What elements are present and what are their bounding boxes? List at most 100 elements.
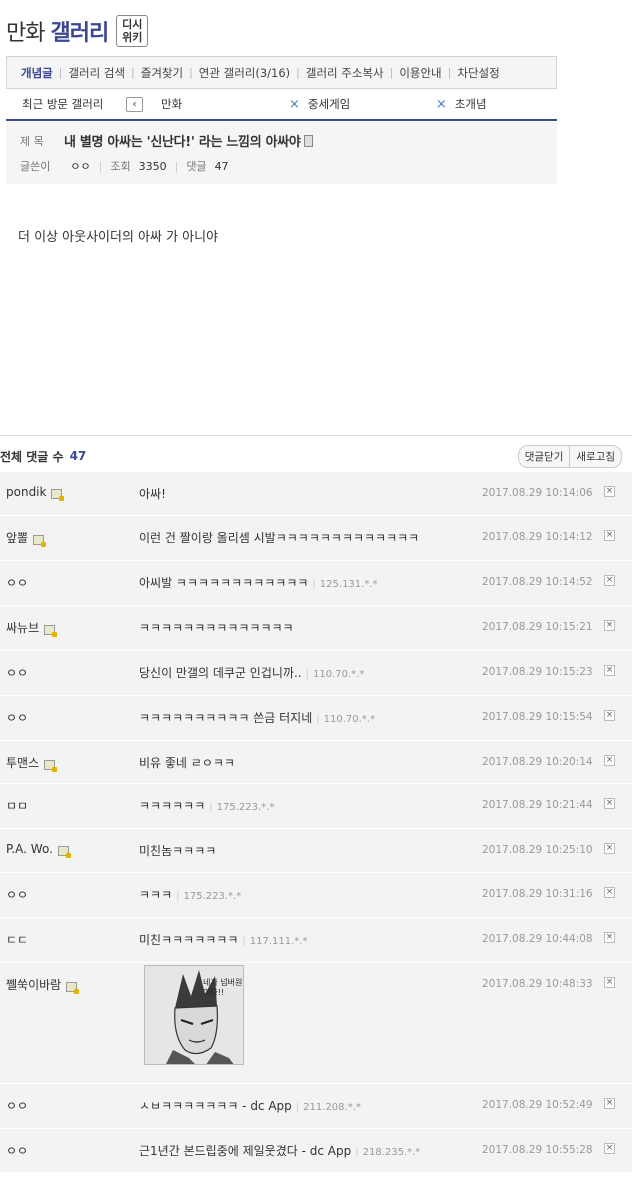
comment-row: ㅇㅇ ㅅㅂㅋㅋㅋㅋㅋㅋㅋ - dc App | 211.208.*.* 2017.08.… bbox=[0, 1084, 632, 1129]
tab-search[interactable]: 갤러리 검색 bbox=[62, 65, 131, 81]
comment-ip: | 175.223.*.* bbox=[209, 802, 274, 813]
delete-icon[interactable]: × bbox=[604, 665, 615, 676]
delete-icon[interactable]: × bbox=[604, 887, 615, 898]
gallery-name[interactable]: 만화 bbox=[6, 15, 45, 47]
comment-ip: | 117.111.*.* bbox=[242, 936, 307, 947]
recent-item-label[interactable]: 중세게임 bbox=[308, 96, 350, 112]
delete-icon[interactable]: × bbox=[604, 932, 615, 943]
comment-nick[interactable]: ㅇㅇ bbox=[6, 886, 28, 903]
comment-date: 2017.08.29 10:14:12 bbox=[482, 531, 593, 543]
comment-date: 2017.08.29 10:14:06 bbox=[482, 487, 593, 499]
comment-nick-text[interactable]: 쩰쑥이바람 bbox=[6, 976, 61, 993]
comment-row: ㅇㅇ ㅋㅋㅋ | 175.223.*.* 2017.08.29 10:31:16 × bbox=[0, 873, 632, 918]
comment-nick-text[interactable]: 투맨스 bbox=[6, 754, 39, 771]
comment-nick[interactable]: ㅇㅇ bbox=[6, 574, 28, 591]
collapse-comments-button[interactable]: 댓글닫기 bbox=[519, 446, 570, 467]
comment-nick[interactable]: ㅇㅇ bbox=[6, 664, 28, 681]
tab-copy-address[interactable]: 갤러리 주소복사 bbox=[300, 65, 390, 81]
comment-nick-text[interactable]: 싸뉴브 bbox=[6, 619, 39, 636]
comment-row: ㄷㄷ 미친ㅋㅋㅋㅋㅋㅋㅋ | 117.111.*.* 2017.08.29 10:44:… bbox=[0, 918, 632, 963]
comment-nick-text[interactable]: 앞뽈 bbox=[6, 529, 28, 546]
comment-nick-text[interactable]: ㅇㅇ bbox=[6, 1142, 28, 1159]
comment-date: 2017.08.29 10:31:16 bbox=[482, 888, 593, 900]
comment-text: ㅋㅋㅋㅋㅋㅋㅋㅋㅋㅋ 쓴금 터지네 | 110.70.*.* bbox=[139, 709, 375, 726]
comment-ip: | 125.131.*.* bbox=[312, 579, 377, 590]
comment-nick[interactable]: 투맨스 bbox=[6, 754, 58, 772]
delete-icon[interactable]: × bbox=[604, 755, 615, 766]
comment-nick[interactable]: ㅇㅇ bbox=[6, 1097, 28, 1114]
comment-text-content: 미친ㅋㅋㅋㅋㅋㅋㅋ bbox=[139, 933, 239, 947]
fixed-nick-icon bbox=[66, 981, 80, 994]
recent-item-label[interactable]: 만화 bbox=[161, 96, 182, 112]
comments-header: 전체 댓글 수 47 댓글닫기 새로고침 bbox=[0, 445, 632, 468]
delete-icon[interactable]: × bbox=[604, 486, 615, 497]
comment-date: 2017.08.29 10:14:52 bbox=[482, 576, 593, 588]
comment-nick[interactable]: 앞뽈 bbox=[6, 529, 47, 547]
comment-row: 앞뽈 이런 건 짤이랑 올리셈 시발ㅋㅋㅋㅋㅋㅋㅋㅋㅋㅋㅋㅋㅋ 2017.08.29… bbox=[0, 516, 632, 561]
comment-ip-value: 175.223.*.* bbox=[216, 802, 275, 813]
comment-nick-text[interactable]: ㅇㅇ bbox=[6, 664, 28, 681]
delete-icon[interactable]: × bbox=[604, 1098, 615, 1109]
recent-item[interactable]: 만화 bbox=[161, 96, 289, 112]
comment-nick-text[interactable]: ㅁㅁ bbox=[6, 797, 28, 814]
comment-nick[interactable]: ㅁㅁ bbox=[6, 797, 28, 814]
comment-nick-text[interactable]: pondik bbox=[6, 485, 46, 499]
comment-nick-text[interactable]: P.A. Wo. bbox=[6, 842, 53, 856]
comment-image[interactable]: 네가 넘버원이다!! bbox=[144, 965, 244, 1065]
comment-nick-text[interactable]: ㅇㅇ bbox=[6, 1097, 28, 1114]
comment-nick[interactable]: P.A. Wo. bbox=[6, 842, 71, 858]
tab-guide[interactable]: 이용안내 bbox=[393, 65, 447, 81]
ip-separator: | bbox=[355, 1147, 359, 1158]
comment-row: ㅇㅇ ㅋㅋㅋㅋㅋㅋㅋㅋㅋㅋ 쓴금 터지네 | 110.70.*.* 2017.08.29… bbox=[0, 696, 632, 741]
delete-icon[interactable]: × bbox=[604, 530, 615, 541]
post-info-row: 글쓴이 ㅇㅇ | 조회 3350 | 댓글 47 bbox=[20, 158, 229, 174]
recent-item[interactable]: 초개념 bbox=[455, 96, 487, 112]
fixed-nick-icon bbox=[51, 489, 65, 501]
dcwiki-button[interactable]: 디시 위키 bbox=[116, 15, 149, 47]
comment-nick[interactable]: 쩰쑥이바람 bbox=[6, 976, 80, 994]
divider bbox=[0, 435, 632, 436]
delete-icon[interactable]: × bbox=[604, 843, 615, 854]
delete-icon[interactable]: × bbox=[604, 710, 615, 721]
close-icon[interactable]: × bbox=[289, 97, 300, 112]
tab-concept[interactable]: 개념글 bbox=[15, 65, 59, 81]
comment-nick-text[interactable]: ㅇㅇ bbox=[6, 886, 28, 903]
comment-text-content: ㅋㅋㅋ bbox=[139, 888, 173, 902]
comment-nick[interactable]: ㅇㅇ bbox=[6, 1142, 28, 1159]
comment-nick-text[interactable]: ㅇㅇ bbox=[6, 709, 28, 726]
comment-nick[interactable]: ㅇㅇ bbox=[6, 709, 28, 726]
delete-icon[interactable]: × bbox=[604, 575, 615, 586]
delete-icon[interactable]: × bbox=[604, 977, 615, 988]
comment-text-content: 근1년간 본드립중에 제일웃겼다 - dc App bbox=[139, 1144, 352, 1158]
comment-nick-text[interactable]: ㄷㄷ bbox=[6, 931, 28, 948]
comment-date: 2017.08.29 10:15:21 bbox=[482, 621, 593, 633]
delete-icon[interactable]: × bbox=[604, 798, 615, 809]
wiki-line1: 디시 bbox=[122, 18, 143, 31]
gallery-word[interactable]: 갤러리 bbox=[50, 15, 109, 47]
delete-icon[interactable]: × bbox=[604, 1143, 615, 1154]
refresh-comments-button[interactable]: 새로고침 bbox=[569, 446, 621, 467]
tab-favorites[interactable]: 즐겨찾기 bbox=[135, 65, 189, 81]
recent-galleries: 최근 방문 갤러리 ‹ 만화 × 중세게임 × 초개념 bbox=[6, 89, 557, 121]
post-author[interactable]: ㅇㅇ bbox=[70, 158, 90, 174]
comment-nick[interactable]: ㄷㄷ bbox=[6, 931, 28, 948]
comment-nick-text[interactable]: ㅇㅇ bbox=[6, 574, 28, 591]
tab-related[interactable]: 연관 갤러리(3/16) bbox=[193, 65, 296, 81]
comment-date: 2017.08.29 10:55:28 bbox=[482, 1144, 593, 1156]
comment-nick[interactable]: pondik bbox=[6, 485, 65, 501]
comment-nick[interactable]: 싸뉴브 bbox=[6, 619, 58, 637]
tab-block-settings[interactable]: 차단설정 bbox=[451, 65, 505, 81]
delete-icon[interactable]: × bbox=[604, 620, 615, 631]
gallery-tabbar: 개념글 | 갤러리 검색 | 즐겨찾기 | 연관 갤러리(3/16) | 갤러리… bbox=[6, 56, 557, 89]
fixed-nick-icon bbox=[44, 759, 58, 772]
comments-total-count: 47 bbox=[69, 449, 87, 463]
ip-separator: | bbox=[312, 579, 316, 590]
recent-item[interactable]: 중세게임 bbox=[308, 96, 436, 112]
comment-row: pondik 아싸! 2017.08.29 10:14:06 × bbox=[0, 472, 632, 516]
recent-item-label[interactable]: 초개념 bbox=[455, 96, 487, 112]
comment-date: 2017.08.29 10:52:49 bbox=[482, 1099, 593, 1111]
gallery-header: 만화 갤러리 디시 위키 bbox=[6, 14, 149, 48]
recent-prev-button[interactable]: ‹ bbox=[126, 96, 143, 112]
post-body: 더 이상 아웃사이더의 아싸 가 아니야 bbox=[18, 230, 219, 245]
close-icon[interactable]: × bbox=[436, 97, 447, 112]
